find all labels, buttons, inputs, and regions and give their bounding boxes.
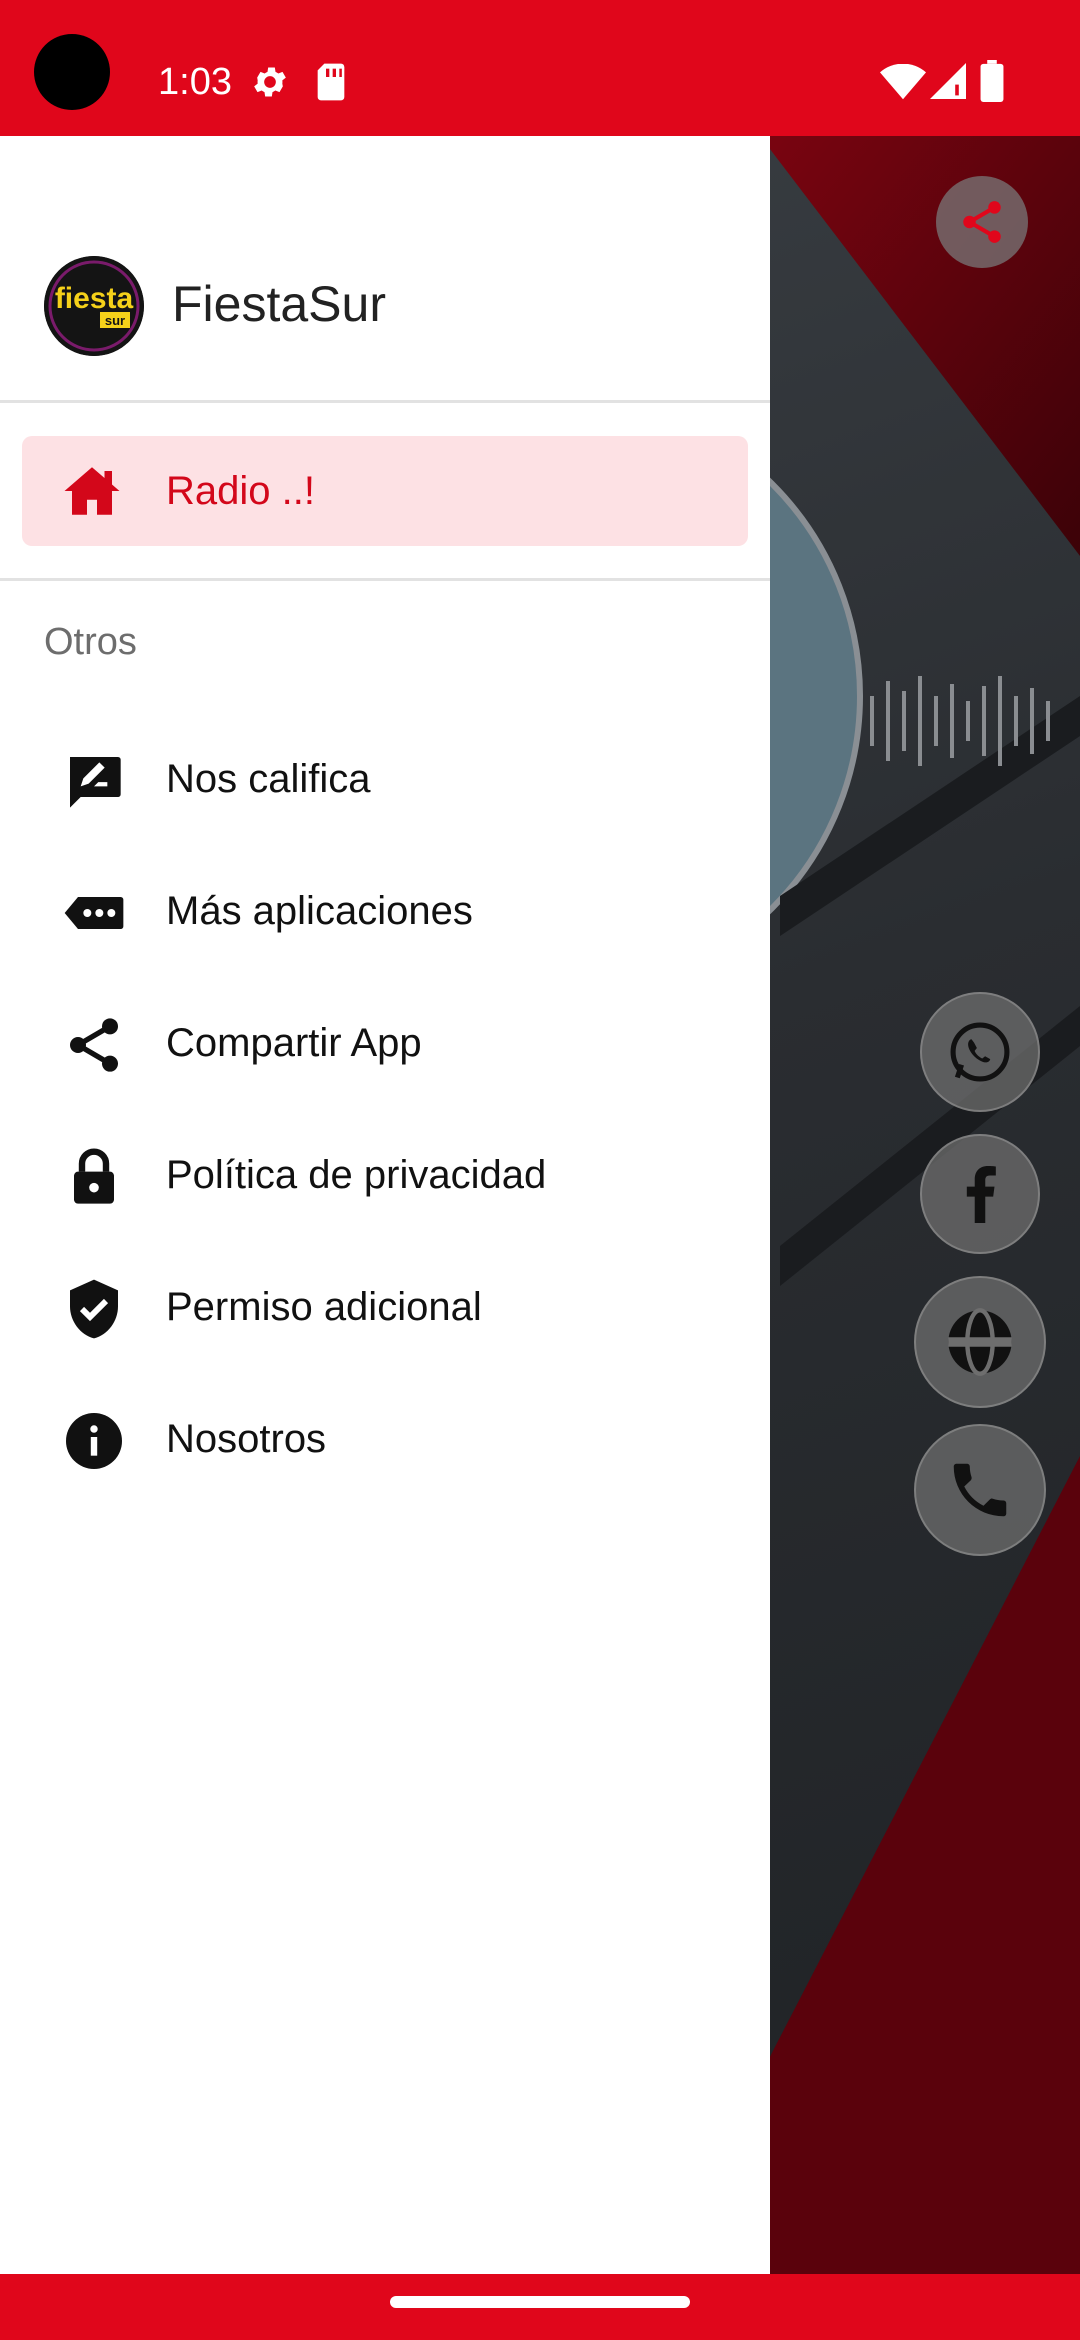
divider — [0, 400, 770, 403]
wifi-icon — [880, 64, 926, 100]
drawer-item-privacy[interactable]: Política de privacidad — [0, 1120, 770, 1230]
settings-icon — [254, 67, 286, 97]
camera-cutout — [34, 34, 110, 110]
website-button[interactable] — [914, 1276, 1046, 1408]
svg-text:fiesta: fiesta — [55, 282, 134, 315]
whatsapp-icon — [950, 1022, 1010, 1082]
navigation-bar — [0, 2274, 1080, 2340]
globe-icon — [948, 1308, 1012, 1376]
share-button[interactable] — [936, 176, 1028, 268]
info-icon — [66, 1413, 122, 1469]
divider — [0, 578, 770, 581]
drawer-item-more-apps[interactable]: Más aplicaciones — [0, 856, 770, 966]
verified-shield-icon — [70, 1279, 118, 1339]
status-time: 1:03 — [158, 61, 232, 103]
drawer-item-label: Nos califica — [166, 757, 371, 801]
call-button[interactable] — [914, 1424, 1046, 1556]
drawer-item-label: Nosotros — [166, 1417, 327, 1461]
phone-icon — [953, 1463, 1007, 1517]
drawer-item-label: Política de privacidad — [166, 1153, 547, 1197]
drawer-item-label: Compartir App — [166, 1021, 422, 1065]
home-icon — [64, 467, 120, 515]
facebook-icon — [966, 1166, 996, 1223]
status-bar: 1:03 — [0, 0, 1080, 136]
drawer-item-permission[interactable]: Permiso adicional — [0, 1252, 770, 1362]
more-apps-icon — [64, 897, 124, 929]
drawer-item-label: Radio ..! — [166, 469, 315, 513]
facebook-button[interactable] — [920, 1134, 1040, 1254]
drawer-item-rate[interactable]: Nos califica — [0, 724, 770, 834]
signal-icon — [930, 63, 966, 99]
drawer-item-label: Más aplicaciones — [166, 889, 473, 933]
app-logo: fiesta sur — [44, 256, 144, 356]
fiestasur-logo: fiesta sur — [44, 256, 144, 356]
navigation-drawer: fiesta sur FiestaSur Radio ..! Otros Nos… — [0, 136, 770, 2274]
drawer-item-share-app[interactable]: Compartir App — [0, 988, 770, 1098]
share-icon — [70, 1018, 118, 1072]
battery-icon — [980, 60, 1004, 102]
lock-icon — [74, 1148, 114, 1204]
section-title: Otros — [44, 621, 137, 663]
rate-review-icon — [70, 757, 121, 808]
drawer-item-about[interactable]: Nosotros — [0, 1384, 770, 1494]
drawer-item-radio[interactable]: Radio ..! — [22, 436, 748, 546]
whatsapp-button[interactable] — [920, 992, 1040, 1112]
app-title: FiestaSur — [172, 276, 386, 332]
home-gesture-handle[interactable] — [390, 2296, 690, 2308]
drawer-header: fiesta sur FiestaSur — [0, 136, 770, 400]
sd-card-icon — [317, 63, 345, 101]
share-icon — [963, 201, 1001, 243]
screen: 1:03 fiesta sur FiestaSur Radio ..! Otro… — [0, 0, 1080, 2340]
drawer-item-label: Permiso adicional — [166, 1285, 482, 1329]
svg-text:sur: sur — [105, 313, 125, 328]
